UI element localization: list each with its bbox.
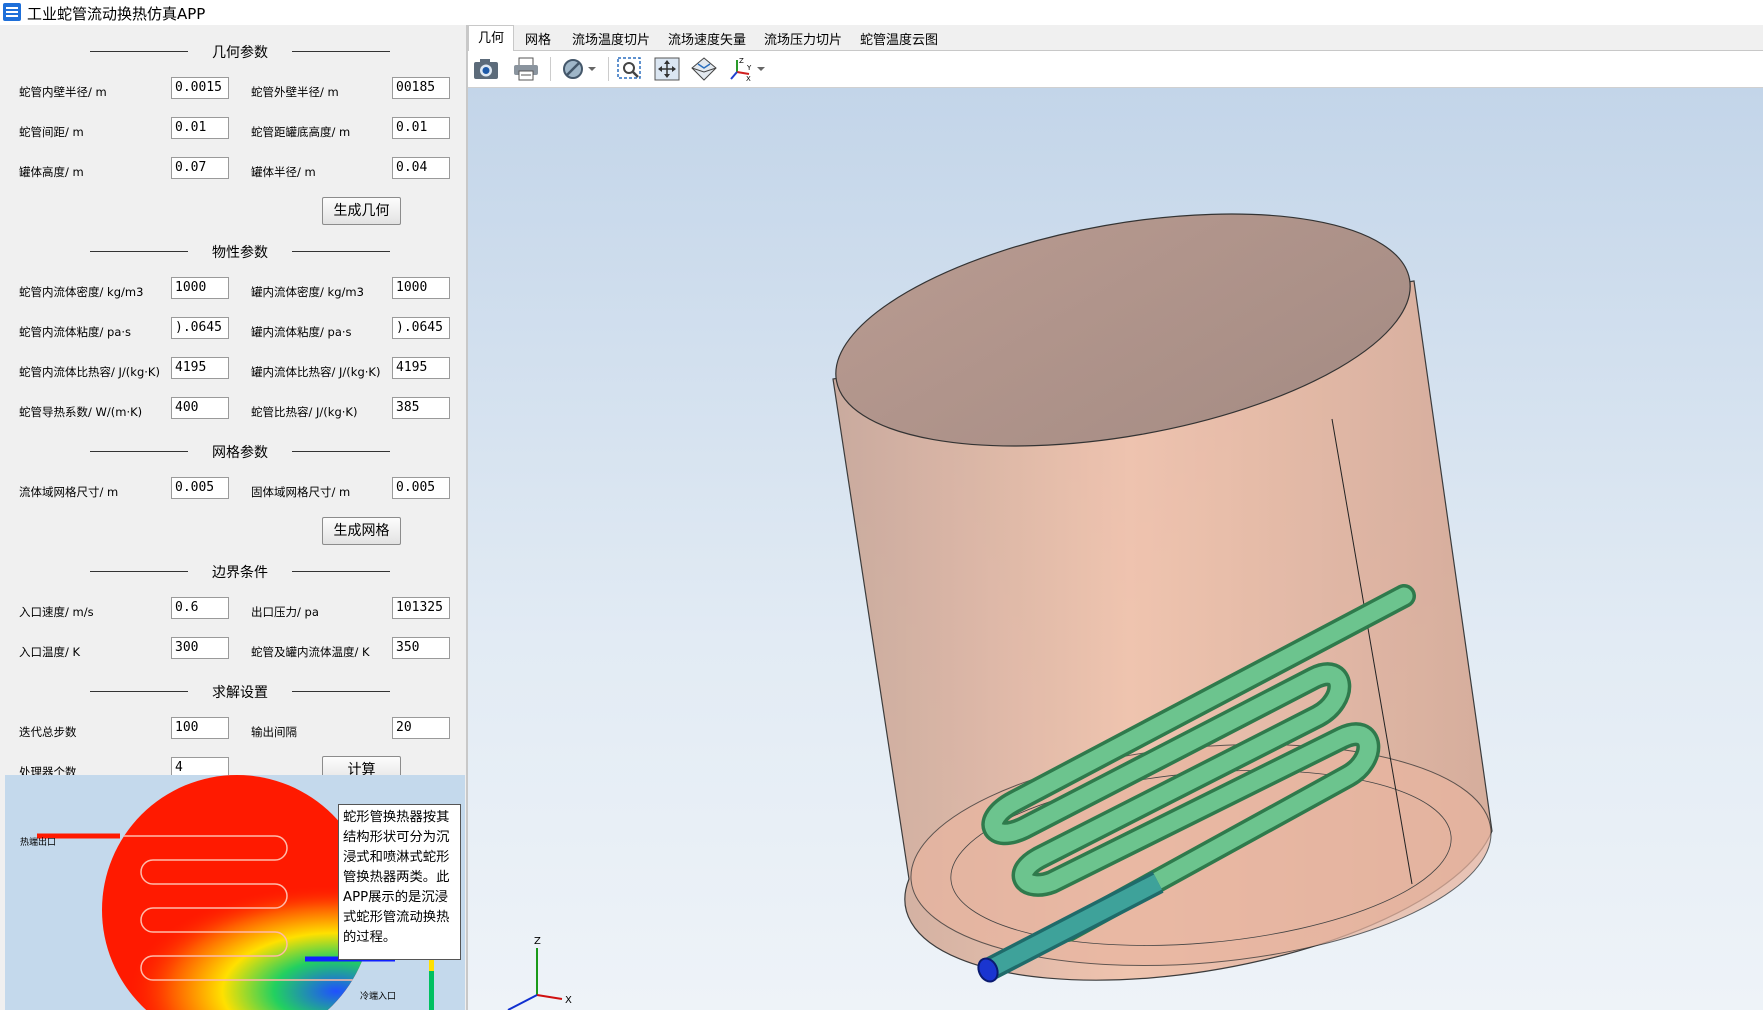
tank-cp-input[interactable]: 4195 bbox=[392, 357, 450, 379]
3d-viewport[interactable]: Z X bbox=[468, 88, 1763, 1010]
display-mode-dropdown-icon[interactable] bbox=[586, 56, 600, 82]
tube-density-label: 蛇管内流体密度/ kg/m3 bbox=[19, 285, 144, 299]
outlet-pressure-label: 出口压力/ pa bbox=[251, 605, 319, 619]
inner-radius-label: 蛇管内壁半径/ m bbox=[19, 85, 107, 99]
outlet-pressure-input[interactable]: 101325 bbox=[392, 597, 450, 619]
inlet-temp-input[interactable]: 300 bbox=[171, 637, 229, 659]
svg-text:Y: Y bbox=[746, 64, 752, 72]
tank-viscosity-input[interactable]: ).0645 bbox=[392, 317, 450, 339]
tab-geometry[interactable]: 几何 bbox=[468, 25, 515, 51]
viewer-panel: 几何 网格 流场温度切片 流场速度矢量 流场压力切片 蛇管温度云图 Z Y X … bbox=[468, 25, 1763, 1010]
inner-radius-input[interactable]: 0.0015 bbox=[171, 77, 229, 99]
tank-density-label: 罐内流体密度/ kg/m3 bbox=[251, 285, 364, 299]
outer-radius-input[interactable]: 00185 bbox=[392, 77, 450, 99]
section-mesh: 网格参数 bbox=[90, 442, 390, 461]
tab-tube-temp-contour[interactable]: 蛇管温度云图 bbox=[860, 29, 938, 50]
tube-conductivity-input[interactable]: 400 bbox=[171, 397, 229, 419]
svg-text:Z: Z bbox=[739, 57, 744, 65]
axis-z-label: Z bbox=[534, 936, 541, 947]
window-title: 工业蛇管流动换热仿真APP bbox=[27, 5, 206, 23]
section-solver-title: 求解设置 bbox=[212, 685, 268, 701]
outer-radius-label: 蛇管外壁半径/ m bbox=[251, 85, 339, 99]
tab-mesh[interactable]: 网格 bbox=[525, 29, 551, 50]
print-icon[interactable] bbox=[512, 56, 540, 82]
iterations-input[interactable]: 100 bbox=[171, 717, 229, 739]
section-material: 物性参数 bbox=[90, 242, 390, 261]
axes-orient-icon[interactable]: ZYX bbox=[727, 56, 755, 83]
tank-height-label: 罐体高度/ m bbox=[19, 165, 84, 179]
view-iso-icon[interactable] bbox=[690, 56, 718, 82]
display-mode-icon[interactable] bbox=[561, 56, 589, 82]
axes-orient-dropdown-icon[interactable] bbox=[755, 56, 769, 82]
tube-density-input[interactable]: 1000 bbox=[171, 277, 229, 299]
fit-all-icon[interactable] bbox=[653, 56, 681, 82]
solid-mesh-size-input[interactable]: 0.005 bbox=[392, 477, 450, 499]
output-interval-input[interactable]: 20 bbox=[392, 717, 450, 739]
tab-temp-slice[interactable]: 流场温度切片 bbox=[572, 29, 650, 50]
axis-x-label: X bbox=[565, 995, 572, 1006]
section-material-title: 物性参数 bbox=[212, 245, 268, 261]
fluid-mesh-size-label: 流体域网格尺寸/ m bbox=[19, 485, 119, 499]
tube-conductivity-label: 蛇管导热系数/ W/(m·K) bbox=[19, 405, 143, 419]
tank-radius-label: 罐体半径/ m bbox=[251, 165, 316, 179]
tab-pressure-slice[interactable]: 流场压力切片 bbox=[764, 29, 842, 50]
toolbar: ZYX bbox=[468, 51, 1763, 88]
generate-mesh-button[interactable]: 生成网格 bbox=[322, 517, 401, 545]
tank-temp-input[interactable]: 350 bbox=[392, 637, 450, 659]
tube-cp-input[interactable]: 4195 bbox=[171, 357, 229, 379]
tank-height-input[interactable]: 0.07 bbox=[171, 157, 229, 179]
tab-bar: 几何 网格 流场温度切片 流场速度矢量 流场压力切片 蛇管温度云图 bbox=[468, 25, 1763, 51]
tab-velocity-vector[interactable]: 流场速度矢量 bbox=[668, 29, 746, 50]
description-box: 蛇形管换热器按其结构形状可分为沉浸式和喷淋式蛇形管换热器两类。此APP展示的是沉… bbox=[338, 804, 461, 960]
iterations-label: 迭代总步数 bbox=[19, 725, 77, 739]
tank-density-input[interactable]: 1000 bbox=[392, 277, 450, 299]
tube-cp-label: 蛇管内流体比热容/ J/(kg·K) bbox=[19, 365, 160, 379]
section-mesh-title: 网格参数 bbox=[212, 445, 268, 461]
title-bar: 工业蛇管流动换热仿真APP bbox=[0, 0, 1763, 26]
spacing-input[interactable]: 0.01 bbox=[171, 117, 229, 139]
cold-inlet-label: 冷端入口 bbox=[360, 992, 397, 1002]
axis-triad: Z X bbox=[507, 936, 572, 1010]
spacing-label: 蛇管间距/ m bbox=[19, 125, 84, 139]
tank-temp-label: 蛇管及罐内流体温度/ K bbox=[251, 645, 370, 659]
section-boundary-title: 边界条件 bbox=[212, 565, 268, 581]
tank-radius-input[interactable]: 0.04 bbox=[392, 157, 450, 179]
hot-outlet-label: 热端出口 bbox=[20, 838, 57, 848]
tank-cp-label: 罐内流体比热容/ J/(kg·K) bbox=[251, 365, 381, 379]
camera-icon[interactable] bbox=[472, 56, 500, 82]
inlet-velocity-input[interactable]: 0.6 bbox=[171, 597, 229, 619]
section-geometry-title: 几何参数 bbox=[212, 45, 268, 61]
fluid-mesh-size-input[interactable]: 0.005 bbox=[171, 477, 229, 499]
solid-mesh-size-label: 固体域网格尺寸/ m bbox=[251, 485, 351, 499]
heat-exchanger-model: Z X bbox=[507, 213, 1493, 1010]
tube-solid-cp-label: 蛇管比热容/ J/(kg·K) bbox=[251, 405, 358, 419]
tube-viscosity-input[interactable]: ).0645 bbox=[171, 317, 229, 339]
output-interval-label: 输出间隔 bbox=[251, 725, 297, 739]
bottom-height-input[interactable]: 0.01 bbox=[392, 117, 450, 139]
inlet-velocity-label: 入口速度/ m/s bbox=[19, 605, 94, 619]
tube-solid-cp-input[interactable]: 385 bbox=[392, 397, 450, 419]
svg-text:X: X bbox=[746, 75, 751, 82]
zoom-box-icon[interactable] bbox=[616, 56, 644, 82]
section-solver: 求解设置 bbox=[90, 682, 390, 701]
tube-viscosity-label: 蛇管内流体粘度/ pa·s bbox=[19, 325, 132, 339]
section-boundary: 边界条件 bbox=[90, 562, 390, 581]
app-logo-icon bbox=[3, 3, 21, 21]
tank-viscosity-label: 罐内流体粘度/ pa·s bbox=[251, 325, 352, 339]
section-geometry: 几何参数 bbox=[90, 42, 390, 61]
bottom-height-label: 蛇管距罐底高度/ m bbox=[251, 125, 351, 139]
generate-geometry-button[interactable]: 生成几何 bbox=[322, 197, 401, 225]
inlet-temp-label: 入口温度/ K bbox=[19, 645, 81, 659]
